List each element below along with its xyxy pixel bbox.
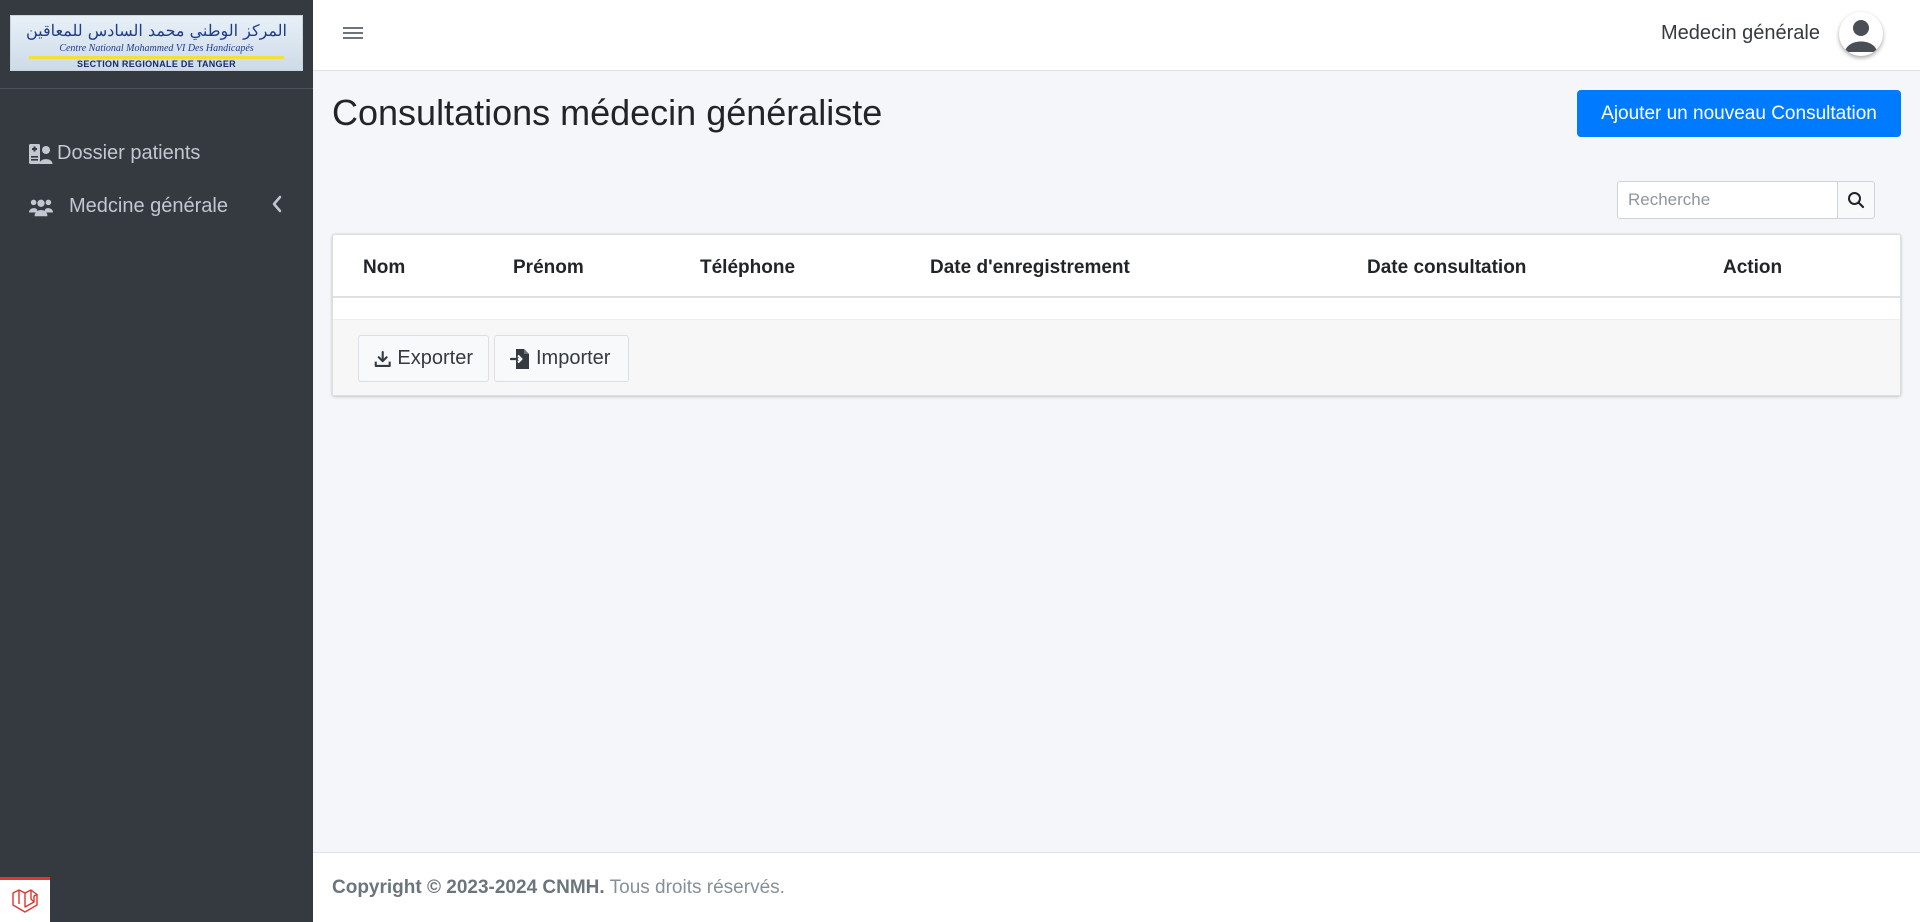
sidebar-item-dossier-patients[interactable]: Dossier patients <box>0 127 313 180</box>
search-icon <box>1848 192 1865 209</box>
column-header-action: Action <box>1723 257 1783 278</box>
download-icon <box>374 350 391 367</box>
import-label: Importer <box>536 347 611 369</box>
logo[interactable]: المركز الوطني محمد السادس للمعاقين Centr… <box>10 15 303 71</box>
user-name[interactable]: Medecin générale <box>1661 22 1820 45</box>
laravel-debug-badge[interactable] <box>0 877 50 922</box>
logo-section-text: SECTION REGIONALE DE TANGER <box>77 59 236 69</box>
sidebar-item-label: Dossier patients <box>57 142 201 164</box>
sidebar-nav: Dossier patients Medcine générale <box>0 89 313 233</box>
page-title: Consultations médecin généraliste <box>332 92 883 133</box>
column-header-telephone: Téléphone <box>700 257 796 278</box>
column-header-date-enregistrement: Date d'enregistrement <box>930 257 1130 278</box>
patient-folder-icon <box>29 142 53 166</box>
logo-arabic-text: المركز الوطني محمد السادس للمعاقين <box>25 21 287 40</box>
footer-copyright: Copyright © 2023-2024 CNMH. <box>332 877 605 898</box>
add-consultation-button[interactable]: Ajouter un nouveau Consultation <box>1577 90 1901 137</box>
export-button[interactable]: Exporter <box>358 335 489 382</box>
search-input[interactable] <box>1617 181 1837 219</box>
user-avatar-icon[interactable] <box>1839 12 1883 56</box>
column-header-date-consultation: Date consultation <box>1367 257 1527 278</box>
footer-text: Copyright © 2023-2024 CNMH. Tous droits … <box>332 877 785 899</box>
page-footer: Copyright © 2023-2024 CNMH. Tous droits … <box>313 852 1920 922</box>
sidebar-item-label: Medcine générale <box>69 195 228 217</box>
laravel-icon <box>12 889 38 913</box>
consultations-table-card: Nom Prénom Téléphone Date d'enregistreme… <box>332 234 1901 396</box>
chevron-left-icon[interactable] <box>271 195 283 219</box>
search-group <box>1617 181 1875 219</box>
sidebar-item-medcine-generale[interactable]: Medcine générale <box>0 180 313 233</box>
table-card-footer: Exporter Importer <box>333 319 1900 395</box>
menu-toggle-icon[interactable] <box>343 24 363 46</box>
export-label: Exporter <box>397 347 473 369</box>
column-header-nom: Nom <box>363 257 406 278</box>
top-navbar: Medecin générale <box>313 0 1920 71</box>
users-icon <box>29 195 53 219</box>
sidebar: المركز الوطني محمد السادس للمعاقين Centr… <box>0 0 313 922</box>
import-button[interactable]: Importer <box>494 335 629 382</box>
footer-rights: Tous droits réservés. <box>609 877 785 898</box>
column-header-prenom: Prénom <box>513 257 584 278</box>
logo-latin-text: Centre National Mohammed VI Des Handicap… <box>59 43 254 54</box>
table-header: Nom Prénom Téléphone Date d'enregistreme… <box>333 235 1900 298</box>
search-button[interactable] <box>1837 181 1875 219</box>
file-import-icon <box>510 348 529 369</box>
brand: المركز الوطني محمد السادس للمعاقين Centr… <box>0 0 313 89</box>
